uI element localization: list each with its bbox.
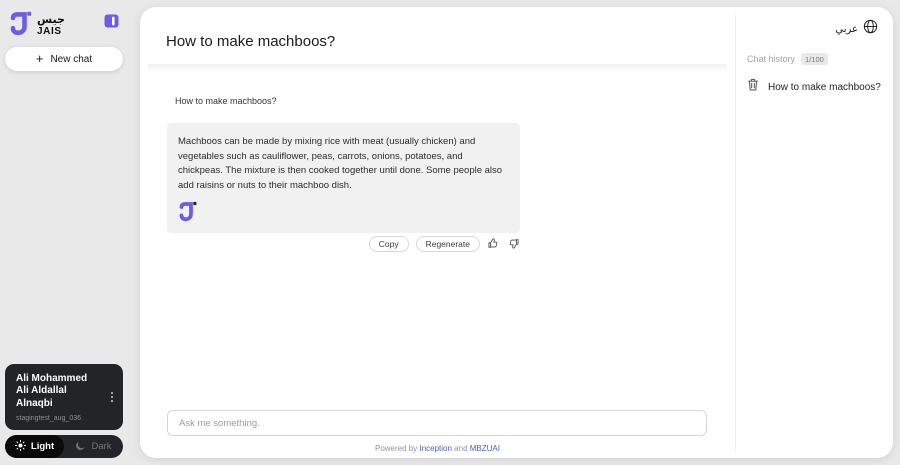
plus-icon: + — [35, 51, 44, 66]
theme-light-label: Light — [30, 441, 55, 452]
mbzuai-link[interactable]: MBZUAI — [470, 444, 500, 453]
chat-title: How to make machboos? — [166, 33, 336, 50]
theme-dark-button[interactable]: Dark — [64, 435, 123, 458]
powered-by-conjunction: and — [454, 444, 468, 453]
bot-message-text: Machboos can be made by mixing rice with… — [178, 136, 503, 192]
inception-link[interactable]: Inception — [419, 444, 451, 453]
message-actions: Copy Regenerate — [167, 235, 520, 252]
globe-icon — [863, 19, 878, 39]
chat-input[interactable] — [167, 410, 707, 436]
theme-toggle: Light Dark — [5, 435, 123, 458]
regenerate-button[interactable]: Regenerate — [415, 235, 480, 252]
chat-history-panel: عربي Chat history 1/100 How to make mach… — [736, 7, 893, 458]
chat-area: How to make machboos? How to make machbo… — [140, 7, 735, 458]
jais-logo-text: جيس JAIS — [37, 13, 65, 37]
language-switcher[interactable]: عربي — [835, 19, 878, 39]
theme-light-button[interactable]: Light — [5, 435, 64, 458]
trash-icon[interactable] — [747, 78, 759, 96]
user-handle: stagingtest_aug_036 — [16, 415, 81, 422]
theme-dark-label: Dark — [91, 441, 112, 452]
left-sidebar: جيس JAIS + New chat Ali Mohammed Ali Ald… — [0, 0, 128, 465]
sun-icon — [14, 439, 26, 454]
thumbs-up-icon[interactable] — [487, 238, 500, 249]
user-name: Ali Mohammed Ali Aldallal Alnaqbi — [16, 372, 88, 410]
history-header: Chat history 1/100 — [747, 53, 828, 65]
user-message: How to make machboos? — [175, 96, 277, 106]
new-chat-button[interactable]: + New chat — [5, 47, 123, 71]
language-label: عربي — [835, 23, 858, 35]
history-count-badge: 1/100 — [801, 53, 828, 65]
bot-message-block: Machboos can be made by mixing rice with… — [167, 123, 520, 252]
copy-button[interactable]: Copy — [368, 235, 409, 252]
bot-message-bubble: Machboos can be made by mixing rice with… — [167, 123, 520, 233]
main-card: How to make machboos? How to make machbo… — [140, 7, 893, 458]
history-label: Chat history — [747, 54, 796, 64]
user-menu-kebab-icon[interactable] — [109, 390, 115, 404]
moon-icon — [75, 440, 86, 454]
powered-by-footer: Powered by Inception and MBZUAI — [140, 444, 735, 453]
powered-by-prefix: Powered by — [374, 444, 418, 453]
user-card[interactable]: Ali Mohammed Ali Aldallal Alnaqbi stagin… — [5, 363, 123, 430]
history-item-title: How to make machboos? — [768, 81, 881, 93]
history-item[interactable]: How to make machboos? — [740, 74, 889, 100]
jais-avatar-icon — [179, 201, 508, 227]
new-chat-label: New chat — [50, 53, 93, 65]
sidebar-collapse-icon[interactable] — [104, 14, 119, 33]
header-divider — [148, 64, 727, 73]
thumbs-down-icon[interactable] — [507, 238, 520, 249]
jais-logo[interactable]: جيس JAIS — [10, 11, 65, 41]
jais-j-icon — [10, 11, 33, 41]
sidebar-header: جيس JAIS — [0, 0, 128, 41]
jais-latin-label: JAIS — [37, 25, 62, 37]
jais-arabic-label: جيس — [37, 13, 65, 26]
